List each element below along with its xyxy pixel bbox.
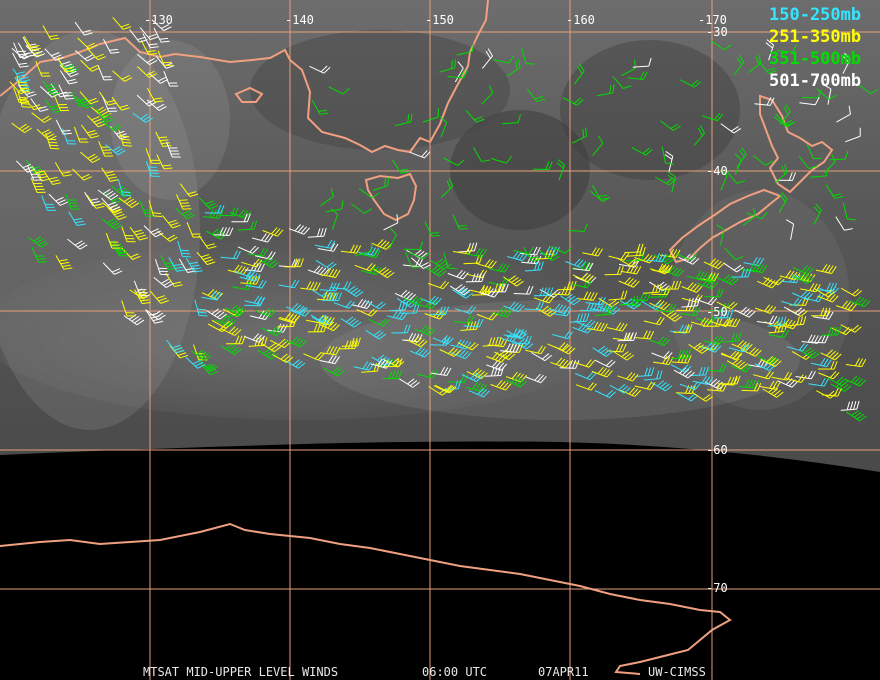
lat-label-50: -50 [706, 305, 728, 319]
legend-150-250: 150-250mb [769, 5, 861, 25]
lat-label-30: -30 [706, 25, 728, 39]
legend-351-500: 351-500mb [769, 49, 861, 69]
lon-label-130: -130 [144, 13, 173, 27]
lon-label-160: -160 [566, 13, 595, 27]
lat-label-70: -70 [706, 581, 728, 595]
footer-title: MTSAT MID-UPPER LEVEL WINDS [143, 665, 338, 679]
lon-label-150: -150 [425, 13, 454, 27]
footer-time: 06:00 UTC [422, 665, 487, 679]
satellite-wind-map: -130 -140 -150 -160 -170 -30 -40 -50 -60… [0, 0, 880, 680]
antarctica-coast [0, 522, 732, 675]
legend-251-350: 251-350mb [769, 27, 861, 47]
footer-source: UW-CIMSS [648, 665, 706, 679]
legend-501-700: 501-700mb [769, 71, 861, 91]
lon-label-140: -140 [285, 13, 314, 27]
lat-label-40: -40 [706, 164, 728, 178]
lat-label-60: -60 [706, 443, 728, 457]
footer-date: 07APR11 [538, 665, 589, 679]
